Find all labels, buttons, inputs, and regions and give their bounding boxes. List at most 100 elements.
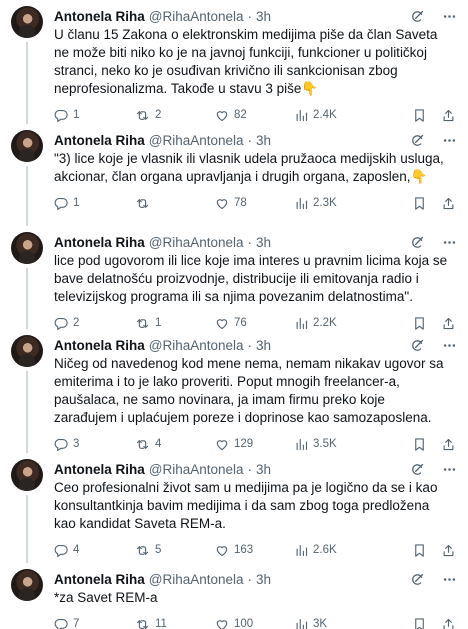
author-handle[interactable]: @RihaAntonela [149, 9, 244, 24]
like-button[interactable]: 129 [214, 437, 294, 452]
repost-button[interactable] [134, 196, 214, 211]
author-handle[interactable]: @RihaAntonela [149, 338, 244, 353]
views-count: 3.5K [313, 438, 337, 450]
tweet[interactable]: Antonela Riha @RihaAntonela · 3h [0, 226, 468, 330]
timestamp[interactable]: 3h [256, 133, 271, 148]
views-count: 2.4K [313, 109, 337, 121]
tweet-header: Antonela Riha @RihaAntonela · 3h [54, 459, 458, 479]
author-handle[interactable]: @RihaAntonela [149, 133, 244, 148]
timestamp[interactable]: 3h [256, 572, 271, 587]
grok-icon[interactable] [410, 9, 425, 24]
share-icon[interactable] [441, 108, 456, 123]
separator-dot: · [247, 571, 253, 587]
author-name[interactable]: Antonela Riha [54, 9, 145, 24]
thread: Antonela Riha @RihaAntonela · 3h U članu… [0, 0, 468, 629]
bookmark-icon[interactable] [412, 108, 427, 123]
share-icon[interactable] [441, 543, 456, 558]
bookmark-icon[interactable] [412, 543, 427, 558]
share-icon[interactable] [441, 437, 456, 452]
repost-count: 2 [155, 109, 162, 121]
avatar-column [8, 226, 46, 329]
avatar[interactable] [11, 569, 43, 601]
more-icon[interactable] [441, 133, 458, 148]
reply-count: 4 [73, 544, 80, 556]
views-button[interactable]: 2.4K [294, 108, 374, 123]
more-icon[interactable] [441, 9, 458, 24]
views-icon [294, 196, 309, 211]
share-icon[interactable] [441, 617, 456, 629]
share-icon[interactable] [441, 196, 456, 211]
like-button[interactable]: 163 [214, 543, 294, 558]
author-name[interactable]: Antonela Riha [54, 572, 145, 587]
author-name[interactable]: Antonela Riha [54, 462, 145, 477]
like-count: 129 [234, 438, 254, 450]
views-count: 2.2K [313, 317, 337, 329]
tweet-header: Antonela Riha @RihaAntonela · 3h [54, 569, 458, 589]
like-icon [214, 543, 230, 558]
views-button[interactable]: 3K [294, 617, 374, 629]
grok-icon[interactable] [410, 235, 425, 250]
avatar[interactable] [11, 335, 43, 367]
tweet-text: U članu 15 Zakona o elektronskim medijim… [54, 27, 442, 96]
views-button[interactable]: 2.6K [294, 543, 374, 558]
repost-count: 4 [155, 438, 162, 450]
tweet-text: *za Savet REM-a [54, 590, 158, 605]
tweet-body: Antonela Riha @RihaAntonela · 3h [46, 453, 458, 563]
author-name[interactable]: Antonela Riha [54, 338, 145, 353]
author-handle[interactable]: @RihaAntonela [149, 572, 244, 587]
repost-button[interactable]: 2 [134, 108, 214, 123]
views-icon [294, 543, 309, 558]
reply-button[interactable]: 4 [54, 543, 134, 558]
like-count: 163 [234, 544, 254, 556]
avatar-column [8, 124, 46, 226]
more-icon[interactable] [441, 338, 458, 353]
bookmark-icon[interactable] [412, 196, 427, 211]
avatar[interactable] [11, 6, 43, 38]
timestamp[interactable]: 3h [256, 9, 271, 24]
repost-button[interactable]: 4 [134, 437, 214, 452]
tweet-body: Antonela Riha @RihaAntonela · 3h [46, 124, 458, 226]
tweet-text: lice pod ugovorom ili lice koje ima inte… [54, 253, 451, 304]
like-button[interactable]: 100 [214, 617, 294, 629]
author-handle[interactable]: @RihaAntonela [149, 235, 244, 250]
views-button[interactable]: 3.5K [294, 437, 374, 452]
like-button[interactable]: 82 [214, 108, 294, 123]
grok-icon[interactable] [410, 133, 425, 148]
tweet[interactable]: Antonela Riha @RihaAntonela · 3h [0, 329, 468, 453]
reply-button[interactable]: 7 [54, 617, 134, 629]
separator-dot: · [247, 461, 253, 477]
bookmark-icon[interactable] [412, 437, 427, 452]
timestamp[interactable]: 3h [256, 235, 271, 250]
reply-button[interactable]: 1 [54, 196, 134, 211]
like-button[interactable]: 78 [214, 196, 294, 211]
header-icons [410, 462, 458, 477]
avatar[interactable] [11, 459, 43, 491]
like-icon [214, 437, 230, 452]
more-icon[interactable] [441, 462, 458, 477]
grok-icon[interactable] [410, 462, 425, 477]
reply-button[interactable]: 3 [54, 437, 134, 452]
bookmark-icon[interactable] [412, 617, 427, 629]
reply-count: 2 [73, 317, 80, 329]
repost-button[interactable]: 5 [134, 543, 214, 558]
grok-icon[interactable] [410, 338, 425, 353]
author-handle[interactable]: @RihaAntonela [149, 462, 244, 477]
tweet[interactable]: Antonela Riha @RihaAntonela · 3h [0, 453, 468, 563]
author-name[interactable]: Antonela Riha [54, 133, 145, 148]
tweet-header: Antonela Riha @RihaAntonela · 3h [54, 232, 458, 252]
timestamp[interactable]: 3h [256, 462, 271, 477]
views-button[interactable]: 2.3K [294, 196, 374, 211]
tweet[interactable]: Antonela Riha @RihaAntonela · 3h [0, 0, 468, 124]
tweet[interactable]: Antonela Riha @RihaAntonela · 3h [0, 124, 468, 226]
more-icon[interactable] [441, 235, 458, 250]
timestamp[interactable]: 3h [256, 338, 271, 353]
avatar[interactable] [11, 232, 43, 264]
author-name[interactable]: Antonela Riha [54, 235, 145, 250]
more-icon[interactable] [441, 572, 458, 587]
tweet[interactable]: Antonela Riha @RihaAntonela · 3h [0, 563, 468, 629]
grok-icon[interactable] [410, 572, 425, 587]
reply-button[interactable]: 1 [54, 108, 134, 123]
views-icon [294, 437, 309, 452]
repost-button[interactable]: 11 [134, 617, 214, 629]
avatar[interactable] [11, 130, 43, 162]
